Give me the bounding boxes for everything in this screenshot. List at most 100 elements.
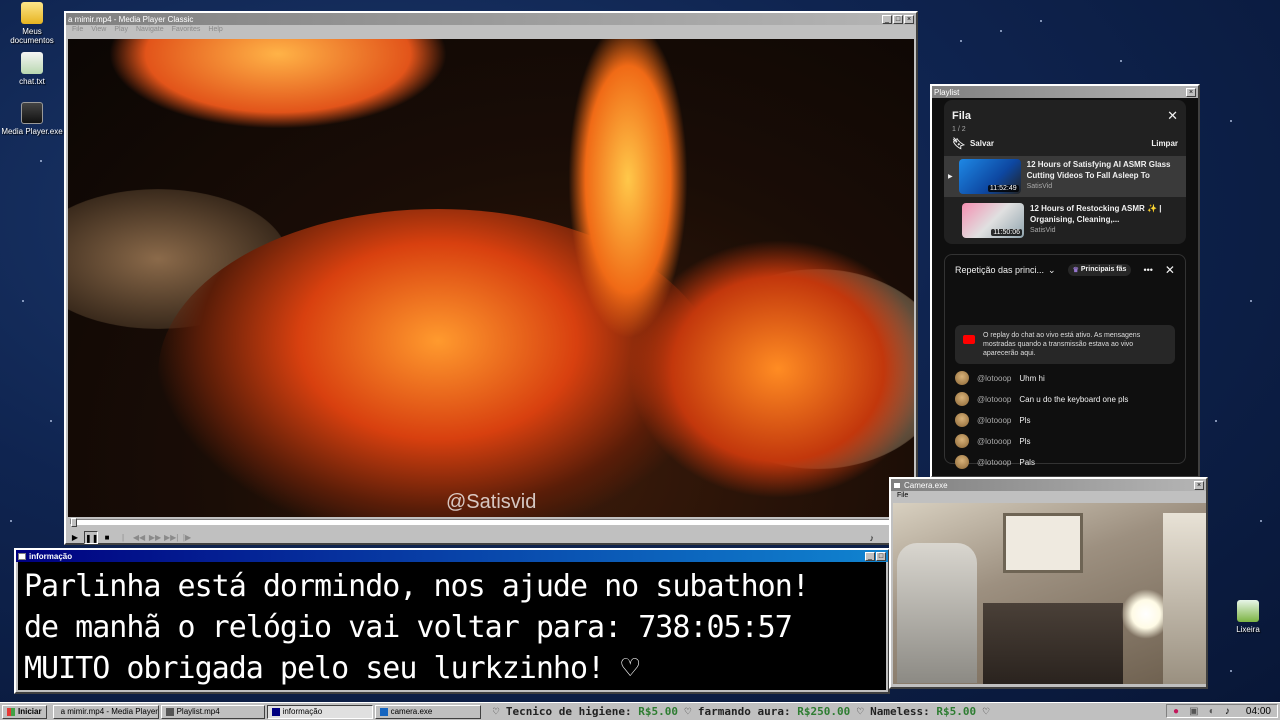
tray-icon[interactable]: ◐	[1209, 706, 1215, 717]
video-thumbnail: 11:52:49	[958, 159, 1021, 194]
camera-desk	[983, 603, 1123, 684]
chat-username[interactable]: @lotooop	[977, 458, 1011, 467]
close-chat-icon[interactable]: ✕	[1165, 263, 1175, 277]
queue-item[interactable]: 11:50:06 12 Hours of Restocking ASMR ✨ |…	[952, 203, 1178, 238]
start-button[interactable]: Iniciar	[2, 704, 47, 719]
crown-icon: ♛	[1072, 267, 1079, 274]
menu-view[interactable]: View	[91, 26, 106, 35]
chat-username[interactable]: @lotooop	[977, 374, 1011, 383]
maximize-button[interactable]: □	[876, 551, 886, 561]
frame-step-button[interactable]: |▶	[180, 531, 194, 544]
video-area[interactable]: @Satisvid	[68, 39, 914, 517]
task-button-media-player[interactable]: a mimir.mp4 - Media Player...	[52, 704, 159, 719]
queue-panel: Fila ✕ 1 / 2 🔖︎ Salvar Limpar ▶ 11:52:49…	[944, 100, 1186, 244]
window-app-icon	[18, 552, 26, 560]
more-options-icon[interactable]: •••	[1143, 265, 1152, 275]
camera-feed	[893, 503, 1206, 684]
notice-text: O replay do chat ao vivo está ativo. As …	[983, 332, 1141, 357]
previous-button[interactable]: |◀◀	[116, 531, 130, 555]
info-titlebar[interactable]: informação _ □	[16, 550, 888, 562]
chat-message: @lotooop Uhm hi	[955, 371, 1175, 385]
top-fans-badge[interactable]: ♛ Principais fãs	[1067, 264, 1132, 276]
close-button[interactable]: ×	[904, 14, 914, 24]
chat-username[interactable]: @lotooop	[977, 395, 1011, 404]
app-icon	[379, 707, 388, 716]
desktop-icon-label: Meus documentos	[10, 27, 54, 45]
menu-play[interactable]: Play	[114, 26, 128, 35]
close-button[interactable]: ×	[1186, 87, 1196, 97]
desktop-icon-chat-txt[interactable]: chat.txt	[0, 52, 64, 86]
info-line: MUITO obrigada pelo seu lurkzinho! ♡	[24, 651, 639, 686]
queue-item[interactable]: ▶ 11:52:49 12 Hours of Satisfying AI ASM…	[944, 156, 1186, 197]
play-button[interactable]: ▶	[68, 531, 82, 544]
tray-icon[interactable]: ●	[1173, 706, 1179, 717]
avatar[interactable]	[955, 434, 969, 448]
playlist-titlebar[interactable]: Playlist ×	[932, 86, 1198, 98]
desktop-icon-my-documents[interactable]: Meus documentos	[0, 2, 64, 45]
video-title: 12 Hours of Restocking ASMR ✨ | Organisi…	[1030, 204, 1162, 224]
desktop-icon-label: chat.txt	[19, 77, 45, 86]
tray-icon[interactable]: ▣	[1189, 706, 1198, 717]
rewind-button[interactable]: ◀◀	[132, 531, 146, 544]
avatar[interactable]	[955, 455, 969, 469]
windows-logo-icon	[7, 707, 15, 716]
pause-button[interactable]: ❚❚	[84, 531, 98, 544]
seek-bar[interactable]	[70, 518, 912, 527]
avatar[interactable]	[955, 413, 969, 427]
task-button-playlist[interactable]: Playlist.mp4	[160, 704, 265, 719]
ticker-label: ♡ farmando aura:	[678, 705, 798, 718]
menu-file[interactable]: File	[897, 492, 908, 501]
seek-thumb[interactable]	[71, 518, 77, 527]
playlist-window: Playlist × Fila ✕ 1 / 2 🔖︎ Salvar Limpar…	[930, 84, 1200, 478]
minimize-button[interactable]: _	[865, 551, 875, 561]
window-title: Playlist	[934, 87, 960, 97]
bookmark-icon: 🔖︎	[952, 138, 966, 150]
clear-button[interactable]: Limpar	[1151, 139, 1178, 148]
chat-username[interactable]: @lotooop	[977, 437, 1011, 446]
stop-button[interactable]: ■	[100, 531, 114, 544]
video-duration: 11:52:49	[987, 185, 1019, 192]
close-button[interactable]: ×	[1194, 480, 1204, 490]
task-label: Playlist.mp4	[176, 707, 220, 716]
video-title: 12 Hours of Satisfying AI ASMR Glass Cut…	[1026, 160, 1171, 180]
avatar[interactable]	[955, 392, 969, 406]
media-player-titlebar[interactable]: a mimir.mp4 - Media Player Classic _ □ ×	[66, 13, 916, 25]
menu-file[interactable]: File	[72, 26, 83, 35]
menu-help[interactable]: Help	[208, 26, 222, 35]
chat-username[interactable]: @lotooop	[977, 416, 1011, 425]
ticker-label: ♡	[976, 705, 990, 718]
desktop-icon-media-player[interactable]: Media Player.exe	[0, 102, 64, 136]
desktop-icon-recycle-bin[interactable]: Lixeira	[1216, 600, 1280, 634]
camera-shelf	[1163, 513, 1206, 684]
volume-icon[interactable]: ♪	[1225, 706, 1230, 717]
video-duration: 11:50:06	[991, 229, 1022, 236]
save-button[interactable]: 🔖︎ Salvar	[952, 137, 994, 150]
chat-message: @lotooop Pals	[955, 455, 1175, 469]
chat-mode-dropdown[interactable]: Repetição das princi... ⌄	[955, 265, 1056, 276]
task-button-camera[interactable]: camera.exe	[374, 704, 481, 719]
notepad-icon	[21, 52, 43, 74]
close-queue-icon[interactable]: ✕	[1167, 108, 1178, 124]
window-title: informação	[29, 551, 73, 561]
avatar[interactable]	[955, 371, 969, 385]
chat-mode-label: Repetição das princi...	[955, 265, 1045, 275]
ticker-label: ♡ Nameless:	[850, 705, 937, 718]
maximize-button[interactable]: □	[893, 14, 903, 24]
fast-forward-button[interactable]: ▶▶	[148, 531, 162, 544]
volume-icon[interactable]: ♪	[870, 533, 875, 543]
minimize-button[interactable]: _	[882, 14, 892, 24]
camera-titlebar[interactable]: Camera.exe ×	[891, 479, 1206, 491]
menu-favorites[interactable]: Favorites	[172, 26, 201, 35]
ticker-amount: R$250.00	[797, 705, 851, 718]
video-watermark: @Satisvid	[446, 491, 537, 513]
chat-replay-panel: Repetição das princi... ⌄ ♛ Principais f…	[944, 254, 1186, 469]
chat-text: Pals	[1019, 457, 1035, 467]
ticker-amount: R$5.00	[638, 705, 679, 718]
task-button-informacao[interactable]: informação	[266, 704, 373, 719]
menu-navigate[interactable]: Navigate	[136, 26, 164, 35]
task-label: camera.exe	[390, 707, 433, 716]
donation-ticker: ♡ Tecnico de higiene: R$5.00 ♡ farmando …	[493, 705, 1113, 718]
camera-window-frame	[1003, 513, 1083, 573]
info-line: de manhã o relógio vai voltar para: 738:…	[24, 610, 793, 645]
next-button[interactable]: ▶▶|	[164, 531, 178, 544]
